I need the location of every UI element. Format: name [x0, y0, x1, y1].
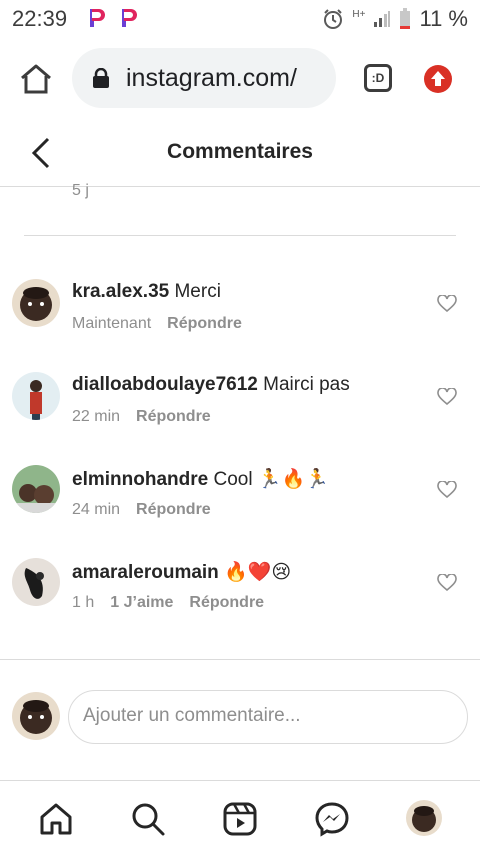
update-icon[interactable]	[424, 65, 452, 93]
status-time: 22:39	[12, 6, 68, 31]
url-text: instagram.com/	[126, 64, 297, 92]
avatar[interactable]	[12, 279, 60, 327]
comment-item: dialloabdoulaye7612 Mairci pas 22 min Rép…	[0, 372, 480, 452]
divider	[0, 659, 480, 660]
avatar	[12, 692, 60, 740]
comment-item: elminnohandre Cool 🏃🔥🏃 24 min Répondre	[0, 465, 480, 545]
comment-meta: 1 h 1 J’aime Répondre	[72, 594, 280, 612]
reply-button[interactable]: Répondre	[189, 594, 264, 611]
home-icon[interactable]	[18, 62, 54, 96]
avatar[interactable]	[12, 372, 60, 420]
comment-meta: 22 min Répondre	[72, 408, 227, 426]
heart-icon[interactable]	[437, 388, 457, 406]
comment-time: Maintenant	[72, 315, 152, 332]
page-title: Commentaires	[167, 140, 313, 163]
app-notification-icon	[122, 9, 137, 27]
comment-item: amaraleroumain 🔥❤️😢 1 h 1 J’aime Répondre	[0, 558, 480, 638]
comment-username[interactable]: elminnohandre	[72, 469, 208, 490]
browser-toolbar: instagram.com/ :D	[0, 36, 480, 120]
comment-text: kra.alex.35 Merci	[72, 281, 221, 303]
reply-button[interactable]: Répondre	[167, 315, 242, 332]
tabs-icon[interactable]: :D	[364, 64, 392, 92]
previous-comment-time: 5 j	[72, 182, 89, 199]
network-type: H+	[352, 9, 366, 20]
app-notification-icon	[90, 9, 105, 27]
avatar[interactable]	[12, 465, 60, 513]
heart-icon[interactable]	[437, 574, 457, 592]
comment-username[interactable]: kra.alex.35	[72, 281, 169, 302]
reply-button[interactable]: Répondre	[136, 501, 211, 518]
reply-button[interactable]: Répondre	[136, 408, 211, 425]
likes-count[interactable]: 1 J’aime	[110, 594, 173, 611]
comment-meta: 24 min Répondre	[72, 501, 227, 519]
page-header: Commentaires	[0, 120, 480, 187]
heart-icon[interactable]	[437, 481, 457, 499]
search-icon[interactable]	[130, 801, 166, 837]
comment-meta: Maintenant Répondre	[72, 315, 258, 333]
comment-username[interactable]: dialloabdoulaye7612	[72, 374, 258, 395]
status-bar: 22:39 H+ 11 %	[0, 0, 480, 36]
lock-icon	[93, 68, 109, 88]
comment-text: amaraleroumain 🔥❤️😢	[72, 560, 291, 584]
battery-icon	[400, 8, 411, 29]
messenger-icon[interactable]	[314, 801, 350, 837]
comment-body: 🔥❤️😢	[224, 562, 292, 583]
battery-percent: 11 %	[419, 6, 468, 31]
comment-body: Cool 🏃🔥🏃	[213, 469, 329, 490]
comment-text: elminnohandre Cool 🏃🔥🏃	[72, 467, 329, 491]
bottom-nav	[0, 781, 480, 854]
comment-time: 22 min	[72, 408, 121, 425]
add-comment-box[interactable]	[68, 690, 468, 744]
comment-body: Merci	[174, 281, 221, 302]
avatar[interactable]	[12, 558, 60, 606]
heart-icon[interactable]	[437, 295, 457, 313]
comment-item: kra.alex.35 Merci Maintenant Répondre	[0, 279, 480, 359]
reels-icon[interactable]	[222, 801, 258, 837]
comment-time: 1 h	[72, 594, 95, 611]
comment-text: dialloabdoulaye7612 Mairci pas	[72, 374, 350, 396]
alarm-icon	[324, 9, 343, 29]
add-comment-input[interactable]	[81, 704, 455, 728]
comment-time: 24 min	[72, 501, 121, 518]
comment-body: Mairci pas	[263, 374, 350, 395]
address-bar[interactable]: instagram.com/	[72, 48, 336, 108]
signal-icon	[374, 11, 391, 27]
home-icon[interactable]	[38, 801, 74, 837]
comment-username[interactable]: amaraleroumain	[72, 562, 219, 583]
profile-avatar[interactable]	[406, 800, 442, 836]
divider	[24, 235, 456, 236]
